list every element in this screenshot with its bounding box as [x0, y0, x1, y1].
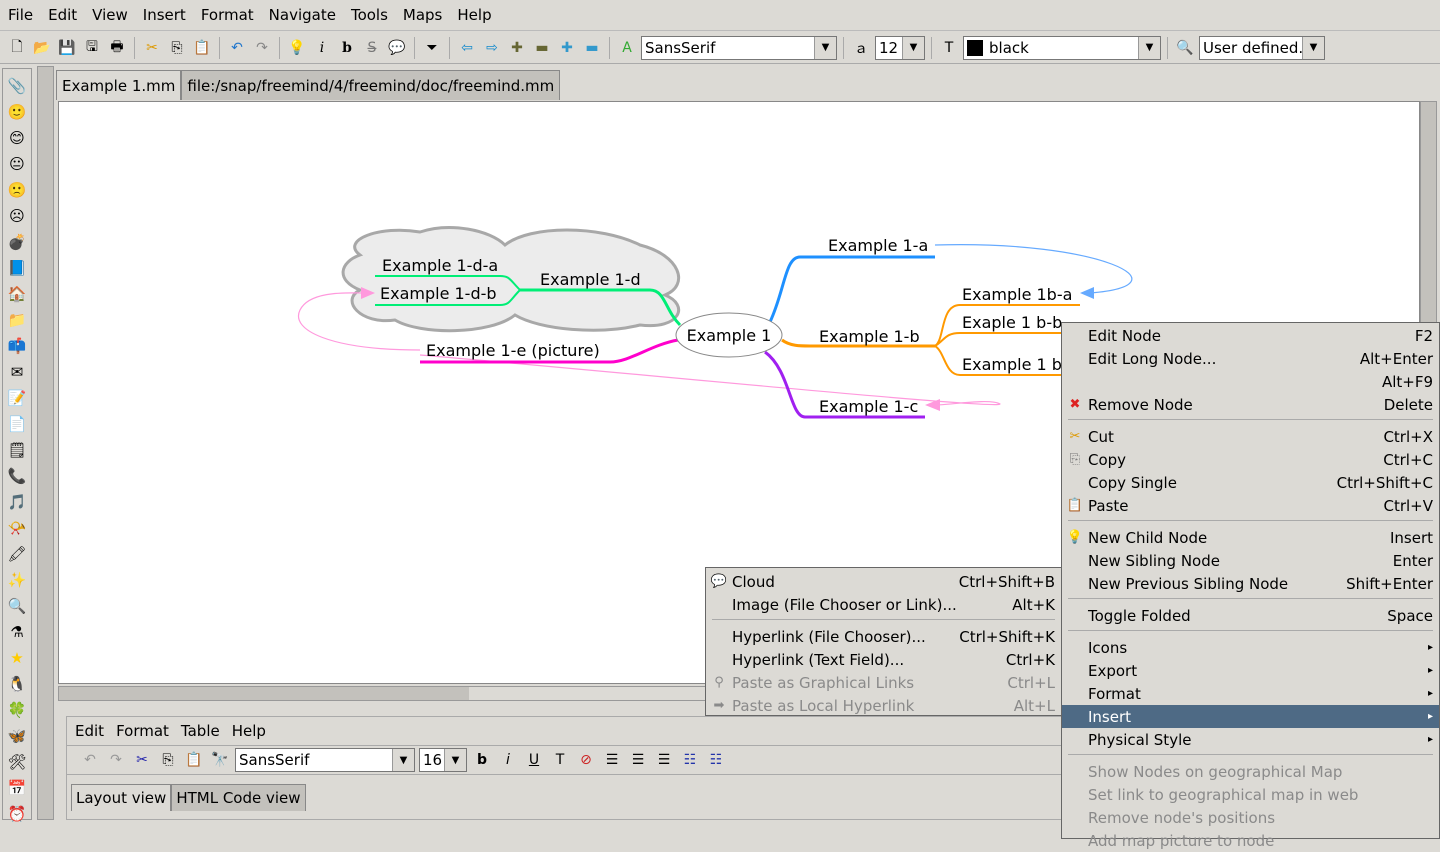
context-menu-item-format[interactable]: Format ▸	[1062, 682, 1439, 705]
context-menu-item-cut[interactable]: ✂ Cut Ctrl+X	[1062, 425, 1439, 448]
context-menu-item-new-previous-sibling-node[interactable]: New Previous Sibling Node Shift+Enter	[1062, 572, 1439, 595]
tab-layout-view[interactable]: Layout view	[71, 784, 172, 811]
submenu-hyperlink-text[interactable]: Hyperlink (Text Field)... Ctrl+K	[706, 648, 1061, 671]
bold-icon[interactable]: b	[471, 749, 493, 771]
editor-menu-format[interactable]: Format	[116, 722, 169, 740]
context-menu-item-insert[interactable]: Insert ▸	[1062, 705, 1439, 728]
submenu-image[interactable]: Image (File Chooser or Link)... Alt+K	[706, 593, 1061, 616]
submenu-arrow-icon: ▸	[1427, 642, 1433, 653]
submenu-paste-local-hyperlink: ➡ Paste as Local Hyperlink Alt+L	[706, 694, 1061, 717]
context-menu-item-remove-node[interactable]: ✖ Remove Node Delete	[1062, 393, 1439, 416]
submenu-arrow-icon: ▸	[1427, 734, 1433, 745]
node-c[interactable]: Example 1-c	[819, 397, 918, 416]
node-ba[interactable]: Example 1b-a	[962, 285, 1072, 304]
submenu-arrow-icon: ▸	[1427, 711, 1433, 722]
cloud-icon: 💬	[710, 574, 728, 589]
insert-submenu: 💬 Cloud Ctrl+Shift+B Image (File Chooser o…	[705, 567, 1062, 716]
editor-view-tabs: Layout view HTML Code view	[67, 784, 1065, 811]
context-menu-item-edit-long-node-[interactable]: Edit Long Node... Alt+Enter	[1062, 347, 1439, 370]
node-db[interactable]: Example 1-d-b	[380, 284, 497, 303]
node-bb[interactable]: Exaple 1 b-b	[962, 313, 1062, 332]
edge-root-a	[768, 255, 935, 323]
find-icon[interactable]: 🔭	[209, 749, 231, 771]
redo-icon[interactable]: ↷	[105, 749, 127, 771]
editor-menu-help[interactable]: Help	[232, 722, 266, 740]
note-editor: Edit Format Table Help ↶ ↷ ✂ ⎘ 📋 🔭 SansS…	[66, 716, 1066, 820]
editor-size-value: 16	[423, 751, 443, 769]
context-menu-item-set-link-to-geographical-map-in-web: Set link to geographical map in web	[1088, 785, 1359, 804]
editor-font-value: SansSerif	[239, 751, 310, 769]
context-menu-item-paste[interactable]: 📋 Paste Ctrl+V	[1062, 494, 1439, 517]
context-menu-item-toggle-folded[interactable]: Toggle Folded Space	[1062, 604, 1439, 627]
node-da[interactable]: Example 1-d-a	[382, 256, 498, 275]
submenu-arrow-icon: ▸	[1427, 688, 1433, 699]
arrow-right-icon: ➡	[713, 698, 725, 713]
node-d[interactable]: Example 1-d	[540, 270, 641, 289]
italic-icon[interactable]: i	[497, 749, 519, 771]
editor-menu-table[interactable]: Table	[181, 722, 220, 740]
remove-icon: ✖	[1069, 397, 1081, 412]
cut-icon: ✂	[1069, 429, 1081, 444]
context-menu-item-edit-node[interactable]: Edit Node F2	[1062, 324, 1439, 347]
submenu-paste-graphical-links: ⚲ Paste as Graphical Links Ctrl+L	[706, 671, 1061, 694]
text-color-icon[interactable]: T	[549, 749, 571, 771]
context-menu: Edit Node F2 Edit Long Node... Alt+Enter Alt…	[1061, 322, 1440, 850]
node-b[interactable]: Example 1-b	[819, 327, 920, 346]
paste-icon[interactable]: 📋	[183, 749, 205, 771]
context-menu-item-add-map-picture-to-node: Add map picture to node	[1088, 831, 1275, 850]
tab-html-code-view[interactable]: HTML Code view	[171, 784, 306, 811]
clear-format-icon[interactable]: ⊘	[575, 749, 597, 771]
chevron-down-icon[interactable]: ▼	[392, 749, 414, 771]
node-bc[interactable]: Example 1 b	[962, 355, 1062, 374]
editor-toolbar: ↶ ↷ ✂ ⎘ 📋 🔭 SansSerif ▼ 16 ▼ b i U T ⊘ ☰ ☰…	[67, 745, 1065, 775]
chevron-down-icon[interactable]: ▼	[444, 749, 466, 771]
editor-menubar: Edit Format Table Help	[67, 717, 1065, 745]
bulb-icon: 💡	[1066, 530, 1084, 545]
node-root[interactable]: Example 1	[687, 326, 772, 345]
cut-icon[interactable]: ✂	[131, 749, 153, 771]
context-menu-item-export[interactable]: Export ▸	[1062, 659, 1439, 682]
underline-icon[interactable]: U	[523, 749, 545, 771]
context-menu-item-physical-style[interactable]: Physical Style ▸	[1062, 728, 1439, 751]
context-menu-item-icons[interactable]: Icons ▸	[1062, 636, 1439, 659]
align-center-icon[interactable]: ☰	[627, 749, 649, 771]
link-icon: ⚲	[714, 675, 724, 690]
context-menu-item-new-child-node[interactable]: 💡 New Child Node Insert	[1062, 526, 1439, 549]
submenu-cloud[interactable]: 💬 Cloud Ctrl+Shift+B	[706, 570, 1061, 593]
context-menu-item-new-sibling-node[interactable]: New Sibling Node Enter	[1062, 549, 1439, 572]
context-menu-item-copy[interactable]: ⎘ Copy Ctrl+C	[1062, 448, 1439, 471]
undo-icon[interactable]: ↶	[79, 749, 101, 771]
submenu-arrow-icon: ▸	[1427, 665, 1433, 676]
context-menu-item-show-nodes-on-geographical-map: Show Nodes on geographical Map	[1088, 762, 1343, 781]
node-a[interactable]: Example 1-a	[828, 236, 928, 255]
align-right-icon[interactable]: ☰	[653, 749, 675, 771]
align-left-icon[interactable]: ☰	[601, 749, 623, 771]
context-menu-item-remove-node-s-positions: Remove node's positions	[1088, 808, 1276, 827]
editor-size-select[interactable]: 16 ▼	[419, 748, 467, 772]
editor-menu-edit[interactable]: Edit	[75, 722, 104, 740]
copy-icon[interactable]: ⎘	[157, 749, 179, 771]
context-menu-item-alt-f9[interactable]: Alt+F9	[1062, 370, 1439, 393]
bullet-list-icon[interactable]: ☷	[679, 749, 701, 771]
edge-b-bb	[934, 332, 1070, 347]
copy-icon: ⎘	[1069, 452, 1081, 467]
editor-font-select[interactable]: SansSerif ▼	[235, 748, 415, 772]
context-menu-item-copy-single[interactable]: Copy Single Ctrl+Shift+C	[1062, 471, 1439, 494]
numbered-list-icon[interactable]: ☷	[705, 749, 727, 771]
submenu-hyperlink-file[interactable]: Hyperlink (File Chooser)... Ctrl+Shift+K	[706, 625, 1061, 648]
link-arrowhead-blue	[1080, 287, 1094, 299]
node-e[interactable]: Example 1-e (picture)	[426, 341, 600, 360]
paste-icon: 📋	[1066, 498, 1084, 513]
